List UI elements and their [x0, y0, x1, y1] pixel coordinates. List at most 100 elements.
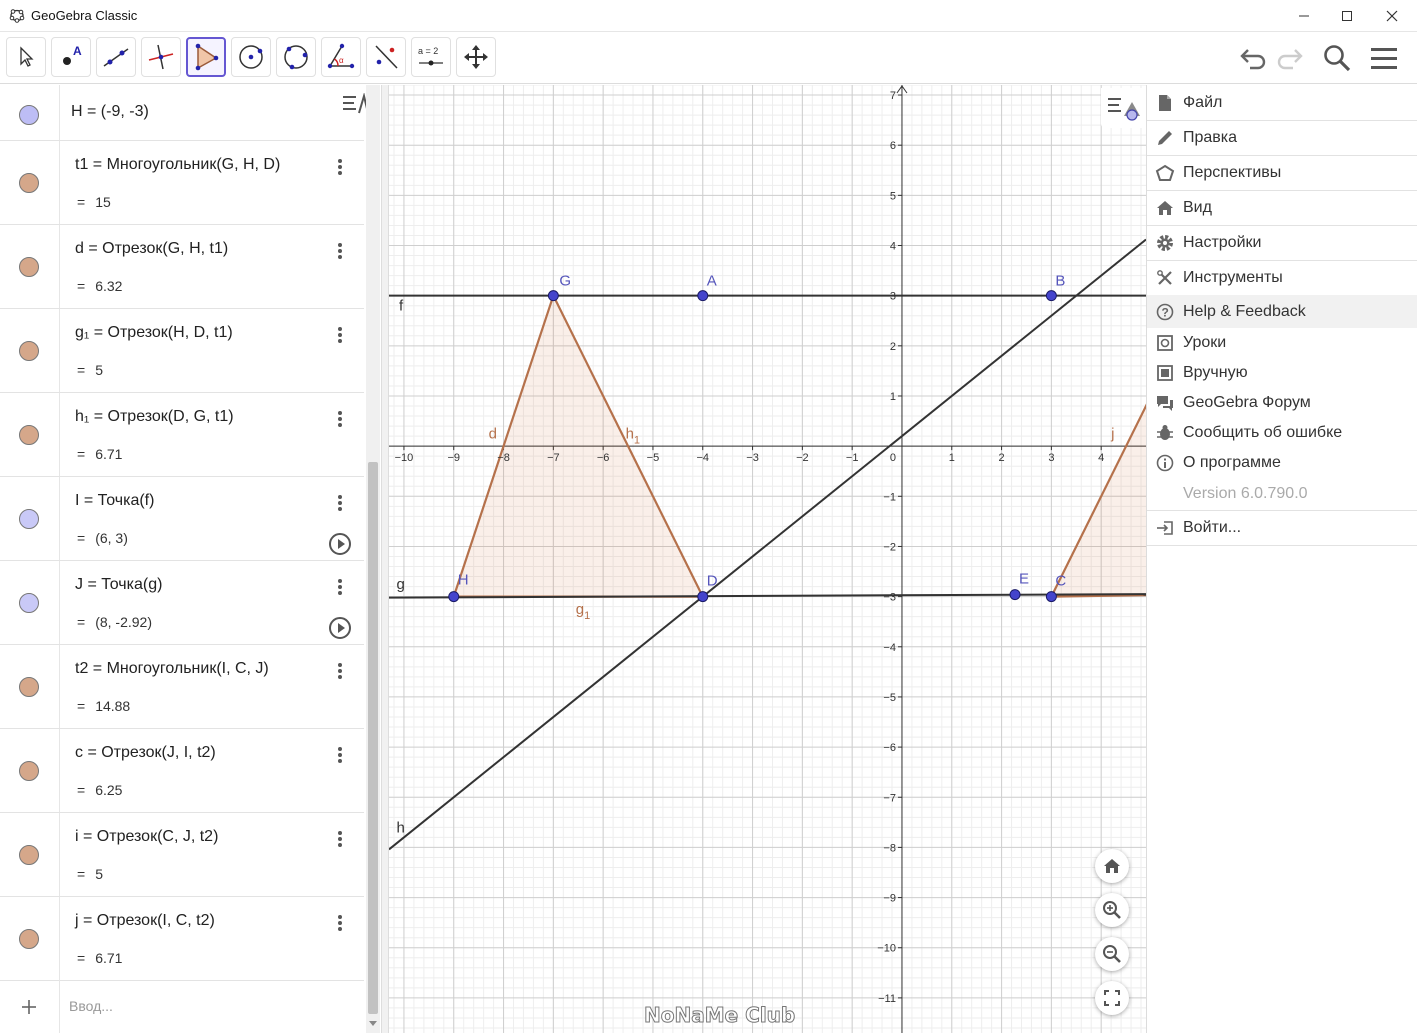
algebra-row-H[interactable]: H = (-9, -3): [0, 85, 364, 141]
algebra-row-i[interactable]: i = Отрезок(C, J, t2) = 5: [0, 813, 364, 897]
visibility-toggle[interactable]: [19, 509, 39, 529]
algebra-input-row[interactable]: Ввод...: [0, 980, 364, 1033]
angle-tool-button[interactable]: α: [321, 37, 361, 77]
algebra-definition[interactable]: j = Отрезок(I, C, t2): [75, 912, 215, 930]
graphics-style-button[interactable]: [1101, 88, 1146, 128]
menu-item-about[interactable]: О программе: [1147, 448, 1417, 478]
menu-item-report-bug[interactable]: Сообщить об ошибке: [1147, 418, 1417, 448]
play-animation-icon[interactable]: [329, 533, 351, 555]
move-graphics-icon: [464, 45, 488, 69]
row-more-menu-icon[interactable]: [336, 157, 344, 177]
menu-item-tools[interactable]: Инструменты: [1147, 260, 1417, 295]
redo-button[interactable]: [1272, 40, 1308, 76]
menu-item-tutorials[interactable]: Уроки: [1147, 328, 1417, 358]
visibility-toggle[interactable]: [19, 845, 39, 865]
close-button[interactable]: [1369, 0, 1415, 32]
menu-item-manual[interactable]: Вручную: [1147, 358, 1417, 388]
menu-item-forum[interactable]: GeoGebra Форум: [1147, 388, 1417, 418]
play-animation-icon[interactable]: [329, 617, 351, 639]
point-B[interactable]: [1045, 290, 1057, 302]
move-graphics-tool-button[interactable]: [456, 37, 496, 77]
conic-tool-button[interactable]: [276, 37, 316, 77]
row-more-menu-icon[interactable]: [336, 913, 344, 933]
undo-button[interactable]: [1235, 40, 1271, 76]
algebra-row-I[interactable]: I = Точка(f) = (6, 3): [0, 477, 364, 561]
menu-item-view[interactable]: Вид: [1147, 190, 1417, 225]
point-tool-button[interactable]: A: [51, 37, 91, 77]
row-more-menu-icon[interactable]: [336, 325, 344, 345]
zoom-out-button[interactable]: [1095, 937, 1129, 971]
row-more-menu-icon[interactable]: [336, 661, 344, 681]
point-A[interactable]: [697, 290, 709, 302]
algebra-definition[interactable]: g₁ = Отрезок(H, D, t1): [75, 324, 233, 342]
reflect-tool-button[interactable]: [366, 37, 406, 77]
algebra-row-g1[interactable]: g₁ = Отрезок(H, D, t1) = 5: [0, 309, 364, 393]
point-E[interactable]: [1009, 589, 1021, 601]
menu-item-help-feedback[interactable]: ? Help & Feedback: [1147, 295, 1417, 328]
maximize-button[interactable]: [1324, 0, 1370, 32]
polygon-tool-button[interactable]: [186, 37, 226, 77]
algebra-row-c[interactable]: c = Отрезок(J, I, t2) = 6.25: [0, 729, 364, 813]
minimize-button[interactable]: [1281, 0, 1327, 32]
point-D[interactable]: [697, 591, 709, 603]
main-menu-button[interactable]: [1366, 40, 1402, 76]
algebra-row-d[interactable]: d = Отрезок(G, H, t1) = 6.32: [0, 225, 364, 309]
algebra-input-placeholder[interactable]: Ввод...: [69, 998, 113, 1014]
visibility-toggle[interactable]: [19, 761, 39, 781]
algebra-row-h1[interactable]: h₁ = Отрезок(D, G, t1) = 6.71: [0, 393, 364, 477]
row-more-menu-icon[interactable]: [336, 745, 344, 765]
graphics-view[interactable]: fghd h1g1j −10 −9 −8 −7 −6 −5 −4 −3 −2 −1 0 1 2 3 4−11−…: [389, 85, 1146, 1033]
algebra-scrollbar-thumb[interactable]: [368, 462, 378, 1014]
circle-tool-button[interactable]: [231, 37, 271, 77]
algebra-definition[interactable]: I = Точка(f): [75, 492, 154, 510]
visibility-toggle[interactable]: [19, 929, 39, 949]
visibility-toggle[interactable]: [19, 341, 39, 361]
menu-item-settings[interactable]: Настройки: [1147, 225, 1417, 260]
algebra-definition[interactable]: J = Точка(g): [75, 576, 162, 594]
row-more-menu-icon[interactable]: [336, 577, 344, 597]
search-button[interactable]: [1319, 40, 1355, 76]
home-button[interactable]: [1095, 849, 1129, 883]
row-more-menu-icon[interactable]: [336, 409, 344, 429]
plus-icon[interactable]: [20, 998, 38, 1016]
algebra-definition[interactable]: c = Отрезок(J, I, t2): [75, 744, 216, 762]
visibility-toggle[interactable]: [19, 425, 39, 445]
algebra-definition[interactable]: i = Отрезок(C, J, t2): [75, 828, 218, 846]
visibility-toggle[interactable]: [19, 593, 39, 613]
algebra-row-t1[interactable]: t1 = Многоугольник(G, H, D) = 15: [0, 141, 364, 225]
menu-item-file[interactable]: Файл: [1147, 85, 1417, 120]
move-tool-button[interactable]: [6, 37, 46, 77]
menu-item-login[interactable]: Войти...: [1147, 510, 1417, 545]
file-icon: [1159, 94, 1171, 111]
zoom-in-button[interactable]: [1095, 893, 1129, 927]
view-splitter[interactable]: [381, 85, 389, 1033]
point-G[interactable]: [547, 290, 559, 302]
algebra-definition[interactable]: t1 = Многоугольник(G, H, D): [75, 156, 280, 174]
menu-item-perspectives[interactable]: Перспективы: [1147, 155, 1417, 190]
algebra-definition[interactable]: d = Отрезок(G, H, t1): [75, 240, 228, 258]
algebra-value: = (6, 3): [77, 530, 128, 546]
row-more-menu-icon[interactable]: [336, 493, 344, 513]
algebra-definition[interactable]: h₁ = Отрезок(D, G, t1): [75, 408, 234, 426]
row-more-menu-icon[interactable]: [336, 241, 344, 261]
menu-item-edit[interactable]: Правка: [1147, 120, 1417, 155]
slider-tool-button[interactable]: a = 2: [411, 37, 451, 77]
row-more-menu-icon[interactable]: [336, 829, 344, 849]
point-C[interactable]: [1045, 591, 1057, 603]
algebra-row-j[interactable]: j = Отрезок(I, C, t2) = 6.71: [0, 897, 364, 981]
fullscreen-button[interactable]: [1095, 981, 1129, 1015]
algebra-definition[interactable]: H = (-9, -3): [71, 103, 149, 121]
algebra-row-J[interactable]: J = Точка(g) = (8, -2.92): [0, 561, 364, 645]
line-tool-button[interactable]: [96, 37, 136, 77]
scroll-down-arrow-icon[interactable]: [369, 1019, 377, 1027]
visibility-toggle[interactable]: [19, 173, 39, 193]
algebra-row-t2[interactable]: t2 = Многоугольник(I, C, J) = 14.88: [0, 645, 364, 729]
perpendicular-tool-button[interactable]: [141, 37, 181, 77]
algebra-value: = 5: [77, 866, 103, 882]
algebra-definition[interactable]: t2 = Многоугольник(I, C, J): [75, 660, 269, 678]
point-icon: A: [63, 44, 82, 65]
point-H[interactable]: [448, 591, 460, 603]
visibility-toggle[interactable]: [19, 677, 39, 697]
visibility-toggle[interactable]: [19, 257, 39, 277]
visibility-toggle[interactable]: [19, 105, 39, 125]
